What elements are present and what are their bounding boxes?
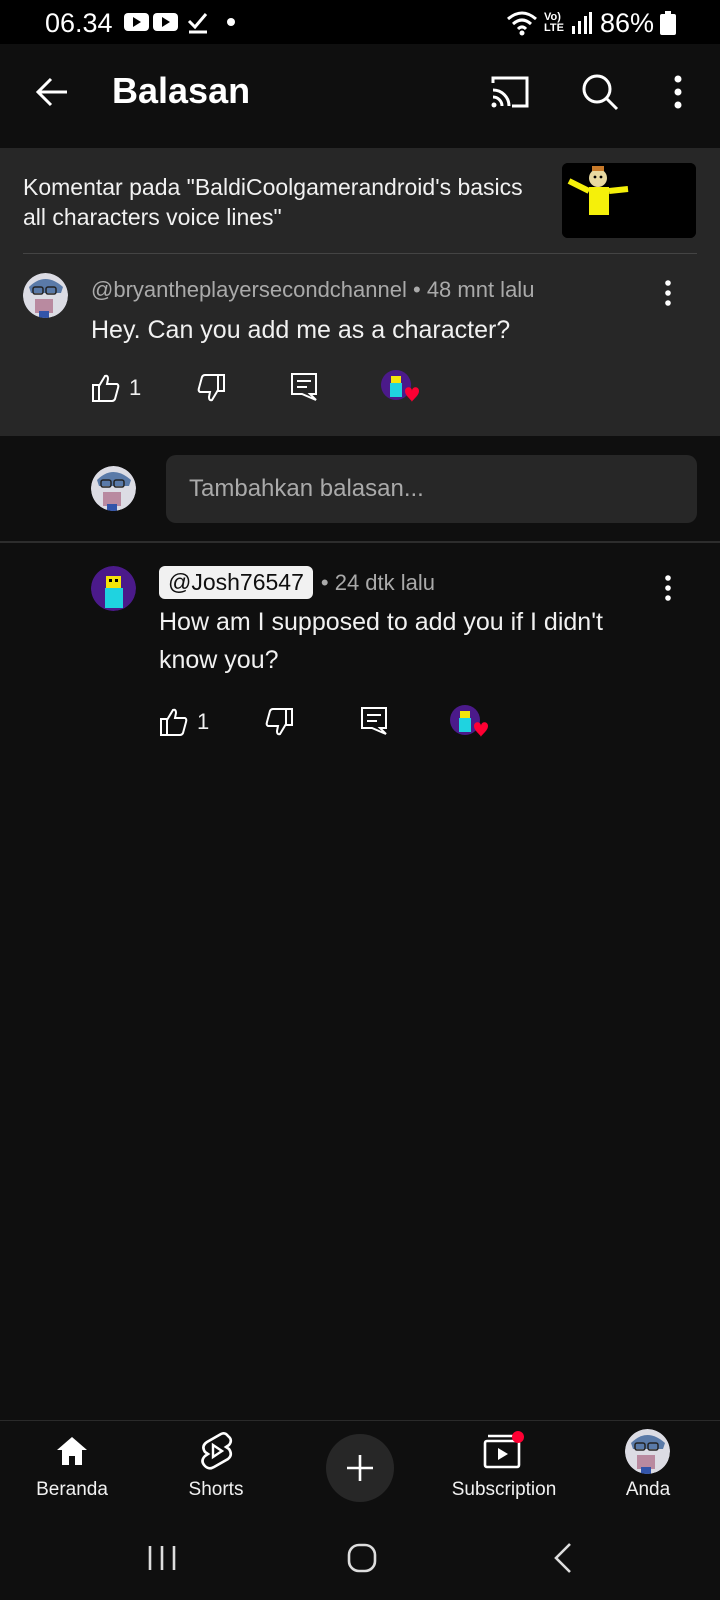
page-title: Balasan [112, 70, 251, 111]
download-done-icon [187, 13, 208, 34]
arrow-left-icon [35, 77, 67, 107]
comment-more-button[interactable] [664, 280, 672, 311]
comment-text: Hey. Can you add me as a character? [91, 316, 511, 344]
nav-you-label: Anda [625, 1479, 671, 1500]
thumb-up-icon [92, 374, 120, 402]
nav-subscriptions[interactable]: Subscription [444, 1421, 564, 1523]
avatar[interactable] [91, 566, 136, 611]
nav-you[interactable]: Anda [588, 1421, 708, 1523]
video-reference[interactable]: Komentar pada "BaldiCoolgamerandroid's b… [23, 172, 543, 232]
subscriptions-icon [483, 1431, 524, 1469]
nav-shorts[interactable]: Shorts [156, 1421, 276, 1523]
like-button[interactable]: 1 [91, 373, 141, 403]
profile-avatar-image [625, 1429, 670, 1474]
like-count: 1 [129, 375, 142, 400]
dislike-button[interactable] [264, 707, 294, 737]
create-button[interactable] [326, 1434, 394, 1502]
status-bar: 06.34 Vo) LTE 86% [0, 0, 720, 44]
creator-heart-badge [380, 369, 422, 405]
home-system-button[interactable] [340, 1536, 384, 1580]
divider [0, 541, 720, 543]
thumb-down-icon [197, 374, 225, 402]
original-comment-section: Komentar pada "BaldiCoolgamerandroid's b… [0, 148, 720, 436]
comment-time: • 48 mnt lalu [413, 277, 535, 302]
recent-apps-button[interactable] [140, 1536, 184, 1580]
signal-icon [572, 12, 592, 34]
back-system-button[interactable] [542, 1536, 586, 1580]
more-vert-icon [665, 575, 671, 601]
comment-reply-icon [361, 707, 387, 735]
search-button[interactable] [572, 64, 628, 120]
cast-button[interactable] [482, 64, 538, 120]
user-avatar-image [23, 273, 68, 318]
nav-shorts-label: Shorts [188, 1479, 244, 1500]
battery-icon [660, 11, 676, 35]
reply-input-placeholder: Tambahkan balasan... [189, 475, 424, 502]
comment-reply-icon [291, 373, 317, 401]
avatar [91, 466, 136, 511]
status-time: 06.34 [45, 8, 113, 38]
comment-author[interactable]: @bryantheplayersecondchannel • 48 mnt la… [91, 277, 534, 303]
chevron-left-icon [554, 1543, 571, 1573]
reply-input[interactable]: Tambahkan balasan... [166, 455, 697, 523]
system-navigation-bar [0, 1522, 720, 1600]
reply-button[interactable] [290, 372, 318, 402]
home-circle-icon [347, 1543, 377, 1573]
more-vert-icon [674, 75, 682, 109]
reply-time: • 24 dtk lalu [320, 569, 435, 595]
like-button[interactable]: 1 [159, 707, 209, 737]
divider [23, 253, 697, 254]
thumb-down-icon [265, 708, 293, 736]
nav-home[interactable]: Beranda [12, 1421, 132, 1523]
home-icon [57, 1437, 87, 1465]
nav-subscriptions-label: Subscription [451, 1479, 557, 1500]
plus-icon [347, 1455, 373, 1481]
author-name[interactable]: @bryantheplayersecondchannel [91, 277, 407, 302]
cast-icon [491, 76, 529, 108]
thumbnail-character-image [562, 163, 696, 238]
shorts-icon [201, 1432, 233, 1470]
thumb-up-icon [160, 708, 188, 736]
reply-author[interactable]: @Josh76547 [159, 566, 313, 599]
search-icon [582, 74, 619, 111]
wifi-icon [507, 11, 537, 36]
notification-dot [512, 1431, 524, 1443]
bottom-navigation: Beranda Shorts Subscription Anda [0, 1420, 720, 1522]
reply-button[interactable] [360, 706, 388, 736]
recent-apps-icon [148, 1546, 176, 1570]
avatar [625, 1429, 670, 1474]
like-count: 1 [197, 709, 210, 734]
youtube-notification-icons [124, 13, 178, 31]
creator-heart-icon [381, 370, 419, 402]
reply-text: How am I supposed to add you if I didn't… [159, 608, 603, 674]
network-type: Vo) LTE [544, 11, 564, 34]
back-button[interactable] [28, 68, 76, 116]
battery-percentage: 86% [600, 8, 655, 38]
reply-meta: @Josh76547 • 24 dtk lalu [159, 566, 435, 599]
reply-more-button[interactable] [664, 575, 672, 606]
more-vert-icon [665, 280, 671, 306]
creator-heart-icon [450, 705, 488, 737]
reply-author-avatar-image [91, 566, 136, 611]
avatar[interactable] [23, 273, 68, 318]
notification-dot-icon [227, 18, 235, 26]
nav-home-label: Beranda [36, 1479, 108, 1500]
video-thumbnail[interactable] [562, 163, 696, 238]
dislike-button[interactable] [196, 373, 226, 403]
app-bar: Balasan [0, 44, 720, 148]
creator-heart-badge [449, 704, 491, 740]
my-avatar-image [91, 466, 136, 511]
more-options-button[interactable] [654, 64, 702, 120]
